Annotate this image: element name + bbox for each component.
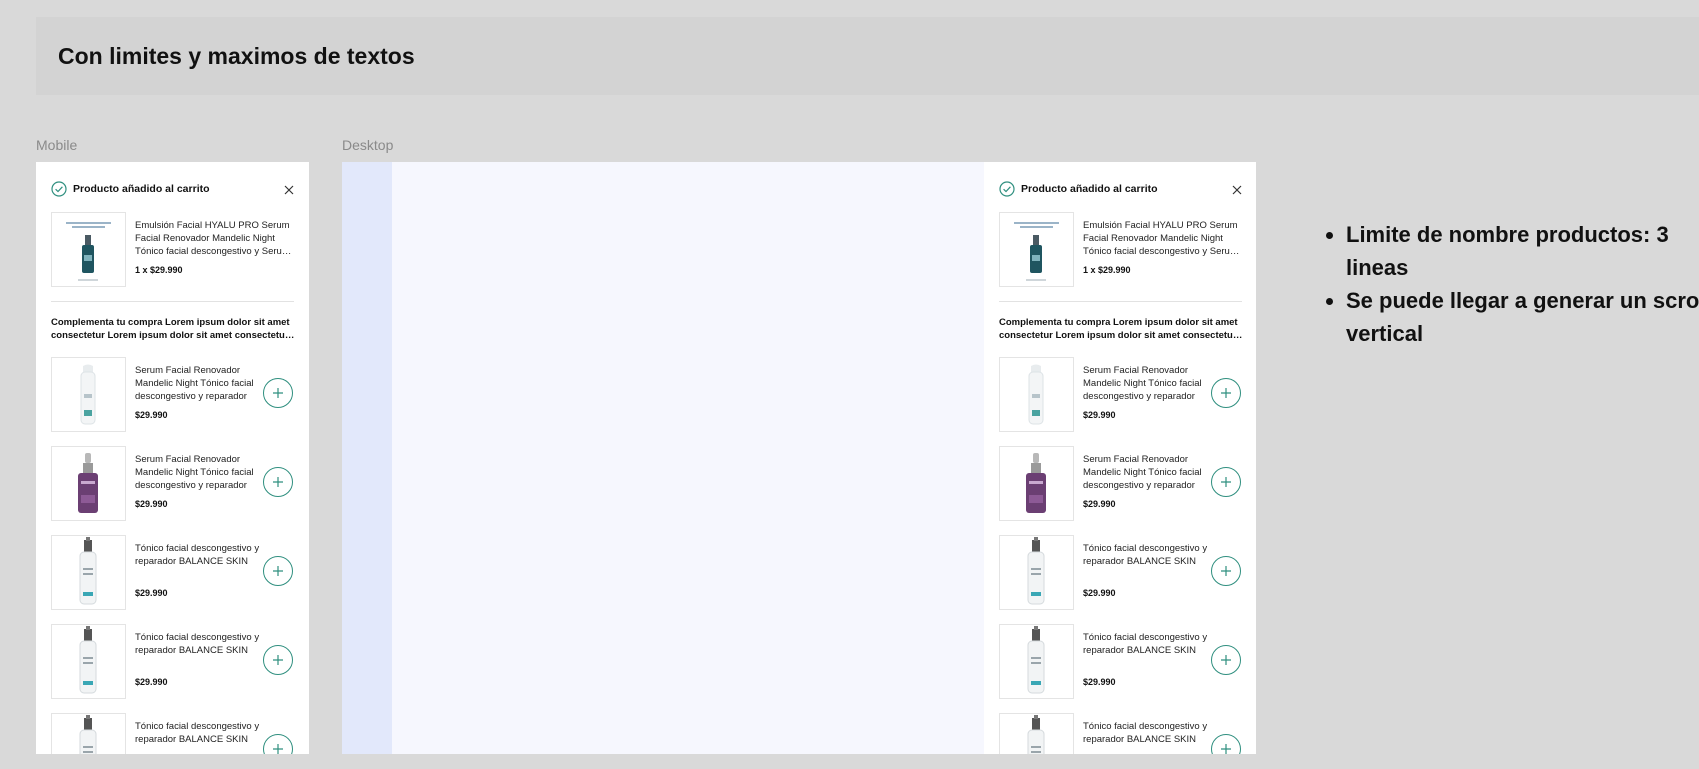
product-name[interactable]: Serum Facial Renovador Mandelic Night Tó…: [1083, 453, 1213, 492]
product-price: $29.990: [135, 588, 168, 598]
header-banner: Con limites y maximos de textos: [36, 17, 1699, 95]
note-item: Se puede llegar a generar un scroll vert…: [1346, 284, 1699, 350]
product-image[interactable]: [51, 624, 126, 699]
check-circle-icon: [51, 181, 67, 197]
cart-panel-desktop: Producto añadido al carrito Emulsión Faci…: [984, 162, 1256, 754]
recommended-product: Serum Facial Renovador Mandelic Night Tó…: [51, 446, 297, 521]
product-image: [51, 212, 126, 287]
desktop-frame: Producto añadido al carrito Emulsión Faci…: [342, 162, 1256, 754]
product-price: $29.990: [135, 410, 168, 420]
product-image[interactable]: [51, 713, 126, 754]
product-qty-price: 1 x $29.990: [1083, 265, 1131, 275]
product-name[interactable]: Tónico facial descongestivo y reparador …: [135, 720, 265, 746]
recommended-product: Tónico facial descongestivo y reparador …: [51, 624, 297, 699]
product-image[interactable]: [51, 535, 126, 610]
add-to-cart-button[interactable]: [263, 556, 293, 586]
page-title: Con limites y maximos de textos: [58, 43, 415, 69]
add-to-cart-button[interactable]: [263, 467, 293, 497]
add-to-cart-button[interactable]: [1211, 467, 1241, 497]
recommended-product: Tónico facial descongestivo y reparador …: [999, 535, 1245, 610]
recommended-product: Tónico facial descongestivo y reparador …: [999, 624, 1245, 699]
product-name[interactable]: Tónico facial descongestivo y reparador …: [135, 631, 265, 657]
recommended-product: Tónico facial descongestivo y reparador …: [51, 535, 297, 610]
recommended-product: Tónico facial descongestivo y reparador …: [999, 713, 1245, 754]
add-to-cart-button[interactable]: [1211, 734, 1241, 754]
add-to-cart-button[interactable]: [263, 645, 293, 675]
complement-heading: Complementa tu compra Lorem ipsum dolor …: [51, 317, 290, 341]
product-name[interactable]: Tónico facial descongestivo y reparador …: [1083, 542, 1213, 568]
product-image[interactable]: [999, 624, 1074, 699]
recommended-product: Tónico facial descongestivo y reparador …: [51, 713, 297, 754]
product-price: $29.990: [135, 677, 168, 687]
product-image[interactable]: [999, 713, 1074, 754]
product-price: $29.990: [1083, 677, 1116, 687]
added-product: Emulsión Facial HYALU PRO Serum Facial R…: [999, 212, 1245, 287]
product-price: $29.990: [1083, 588, 1116, 598]
recommended-product: Serum Facial Renovador Mandelic Night Tó…: [999, 446, 1245, 521]
divider: [51, 301, 294, 302]
product-image: [999, 212, 1074, 287]
desktop-sidebar-area: [342, 162, 392, 754]
complement-heading: Complementa tu compra Lorem ipsum dolor …: [999, 317, 1238, 341]
product-name[interactable]: Tónico facial descongestivo y reparador …: [1083, 720, 1213, 746]
check-circle-icon: [999, 181, 1015, 197]
added-product: Emulsión Facial HYALU PRO Serum Facial R…: [51, 212, 297, 287]
product-image[interactable]: [999, 446, 1074, 521]
product-qty-price: 1 x $29.990: [135, 265, 183, 275]
desktop-frame-label: Desktop: [342, 137, 394, 153]
cart-title: Producto añadido al carrito: [1021, 183, 1158, 195]
close-icon[interactable]: [283, 183, 295, 195]
product-image[interactable]: [51, 446, 126, 521]
cart-title: Producto añadido al carrito: [73, 183, 210, 195]
product-name[interactable]: Serum Facial Renovador Mandelic Night Tó…: [1083, 364, 1213, 403]
close-icon[interactable]: [1231, 183, 1243, 195]
cart-header: Producto añadido al carrito: [999, 181, 1245, 199]
mobile-frame: Producto añadido al carrito Emulsión Faci…: [36, 162, 309, 754]
note-item: Limite de nombre productos: 3 lineas: [1346, 218, 1699, 284]
recommended-product: Serum Facial Renovador Mandelic Night Tó…: [51, 357, 297, 432]
add-to-cart-button[interactable]: [263, 378, 293, 408]
product-price: $29.990: [1083, 499, 1116, 509]
desktop-page-overlay: [392, 162, 984, 754]
product-name[interactable]: Tónico facial descongestivo y reparador …: [135, 542, 265, 568]
add-to-cart-button[interactable]: [1211, 556, 1241, 586]
product-name[interactable]: Tónico facial descongestivo y reparador …: [1083, 631, 1213, 657]
add-to-cart-button[interactable]: [263, 734, 293, 754]
product-name[interactable]: Serum Facial Renovador Mandelic Night Tó…: [135, 453, 265, 492]
product-image[interactable]: [999, 357, 1074, 432]
notes-list: Limite de nombre productos: 3 lineas Se …: [1326, 218, 1699, 350]
product-image[interactable]: [51, 357, 126, 432]
mobile-frame-label: Mobile: [36, 137, 78, 153]
add-to-cart-button[interactable]: [1211, 378, 1241, 408]
cart-panel-mobile: Producto añadido al carrito Emulsión Faci…: [36, 162, 309, 754]
product-name[interactable]: Serum Facial Renovador Mandelic Night Tó…: [135, 364, 265, 403]
product-price: $29.990: [135, 499, 168, 509]
product-name: Emulsión Facial HYALU PRO Serum Facial R…: [1083, 220, 1238, 257]
recommended-product: Serum Facial Renovador Mandelic Night Tó…: [999, 357, 1245, 432]
product-name: Emulsión Facial HYALU PRO Serum Facial R…: [135, 220, 290, 257]
add-to-cart-button[interactable]: [1211, 645, 1241, 675]
cart-header: Producto añadido al carrito: [51, 181, 297, 199]
product-price: $29.990: [1083, 410, 1116, 420]
product-image[interactable]: [999, 535, 1074, 610]
divider: [999, 301, 1242, 302]
